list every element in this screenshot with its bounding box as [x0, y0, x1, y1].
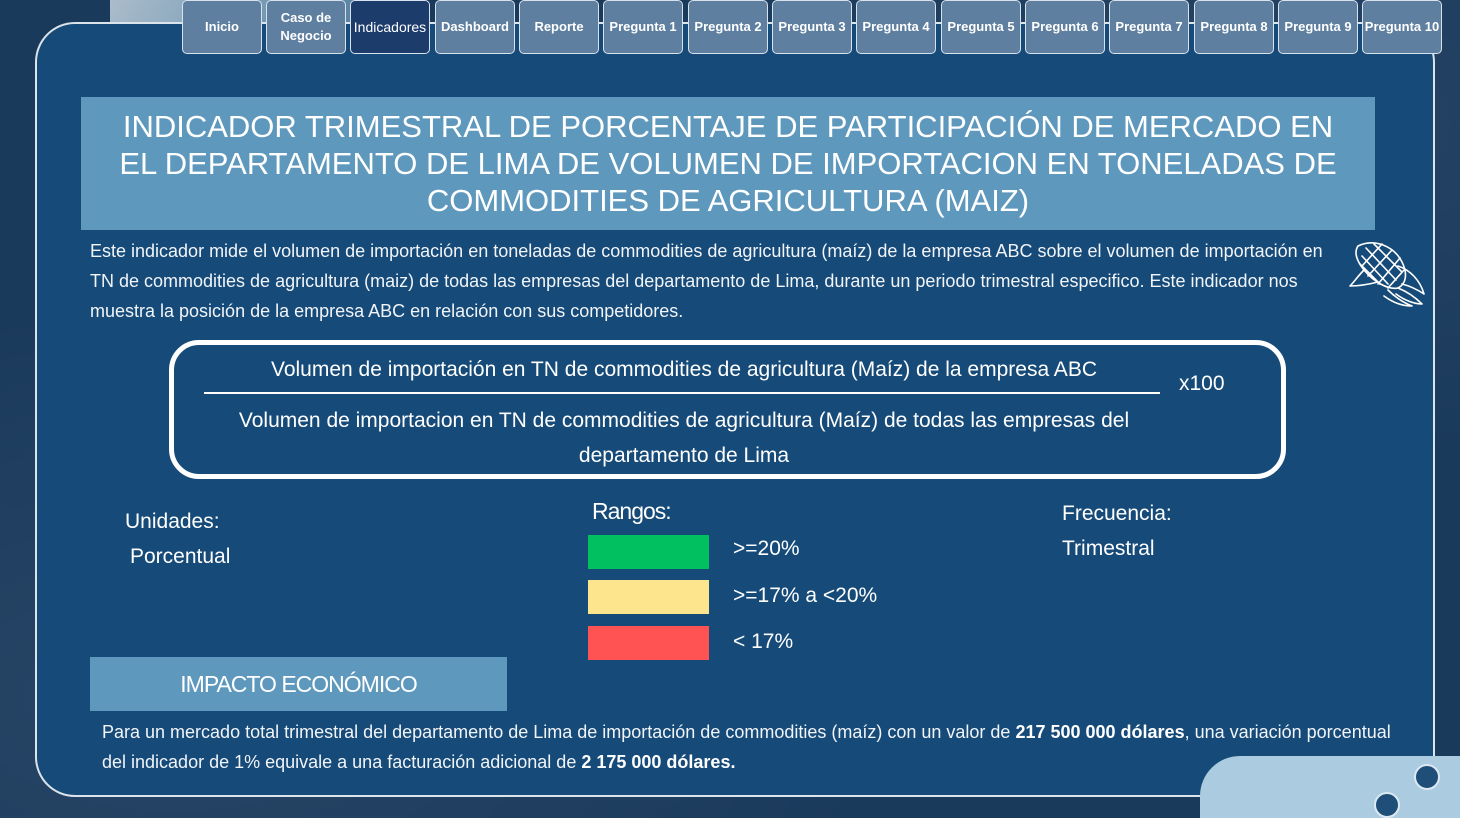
impact-text: Para un mercado total trimestral del dep… — [102, 717, 1392, 777]
range-swatch-yellow — [588, 580, 709, 614]
units-value: Porcentual — [130, 545, 231, 568]
frequency-label: Frecuencia: — [1062, 502, 1172, 525]
impact-text-part-1: Para un mercado total trimestral del dep… — [102, 722, 1016, 742]
nav-button-caso-de-negocio[interactable]: Caso de Negocio — [266, 0, 346, 54]
fraction-line — [204, 392, 1160, 394]
formula-denominator: Volumen de importacion en TN de commodit… — [238, 409, 1130, 467]
nav-button-indicadores[interactable]: Indicadores — [350, 0, 430, 54]
page-title: INDICADOR TRIMESTRAL DE PORCENTAJE DE PA… — [81, 97, 1375, 230]
indicator-description: Este indicador mide el volumen de import… — [90, 241, 1323, 321]
nav-button-pregunta-10[interactable]: Pregunta 10 — [1362, 0, 1442, 54]
range-swatch-red — [588, 626, 709, 660]
nav-button-dashboard[interactable]: Dashboard — [435, 0, 515, 54]
range-label-yellow: >=17% a <20% — [733, 584, 878, 607]
nav-button-pregunta-7[interactable]: Pregunta 7 — [1109, 0, 1189, 54]
nav-button-pregunta-3[interactable]: Pregunta 3 — [772, 0, 852, 54]
ranges-label: Rangos: — [592, 498, 672, 524]
range-swatch-green — [588, 535, 709, 569]
nav-button-pregunta-2[interactable]: Pregunta 2 — [688, 0, 768, 54]
decorative-dot — [1414, 764, 1440, 790]
range-label-red: < 17% — [733, 630, 794, 653]
range-label-green: >=20% — [733, 537, 800, 560]
impact-amount-additional: 2 175 000 dólares. — [581, 752, 736, 772]
nav-button-pregunta-5[interactable]: Pregunta 5 — [941, 0, 1021, 54]
impact-amount-total: 217 500 000 dólares — [1015, 722, 1185, 742]
nav-button-pregunta-8[interactable]: Pregunta 8 — [1194, 0, 1274, 54]
formula-numerator: Volumen de importación en TN de commodit… — [270, 358, 1097, 381]
formula-multiplier: x100 — [1179, 372, 1225, 395]
nav-button-pregunta-6[interactable]: Pregunta 6 — [1025, 0, 1105, 54]
nav-button-pregunta-4[interactable]: Pregunta 4 — [856, 0, 936, 54]
corn-icon — [1349, 242, 1425, 307]
formula-box: Volumen de importación en TN de commodit… — [169, 340, 1286, 479]
frequency-value: Trimestral — [1062, 537, 1155, 560]
nav-button-pregunta-1[interactable]: Pregunta 1 — [603, 0, 683, 54]
decorative-dot — [1374, 792, 1400, 818]
nav-button-inicio[interactable]: Inicio — [182, 0, 262, 54]
impact-title: IMPACTO ECONÓMICO — [90, 657, 507, 711]
units-label: Unidades: — [125, 510, 220, 533]
nav-button-reporte[interactable]: Reporte — [519, 0, 599, 54]
nav-button-pregunta-9[interactable]: Pregunta 9 — [1278, 0, 1358, 54]
